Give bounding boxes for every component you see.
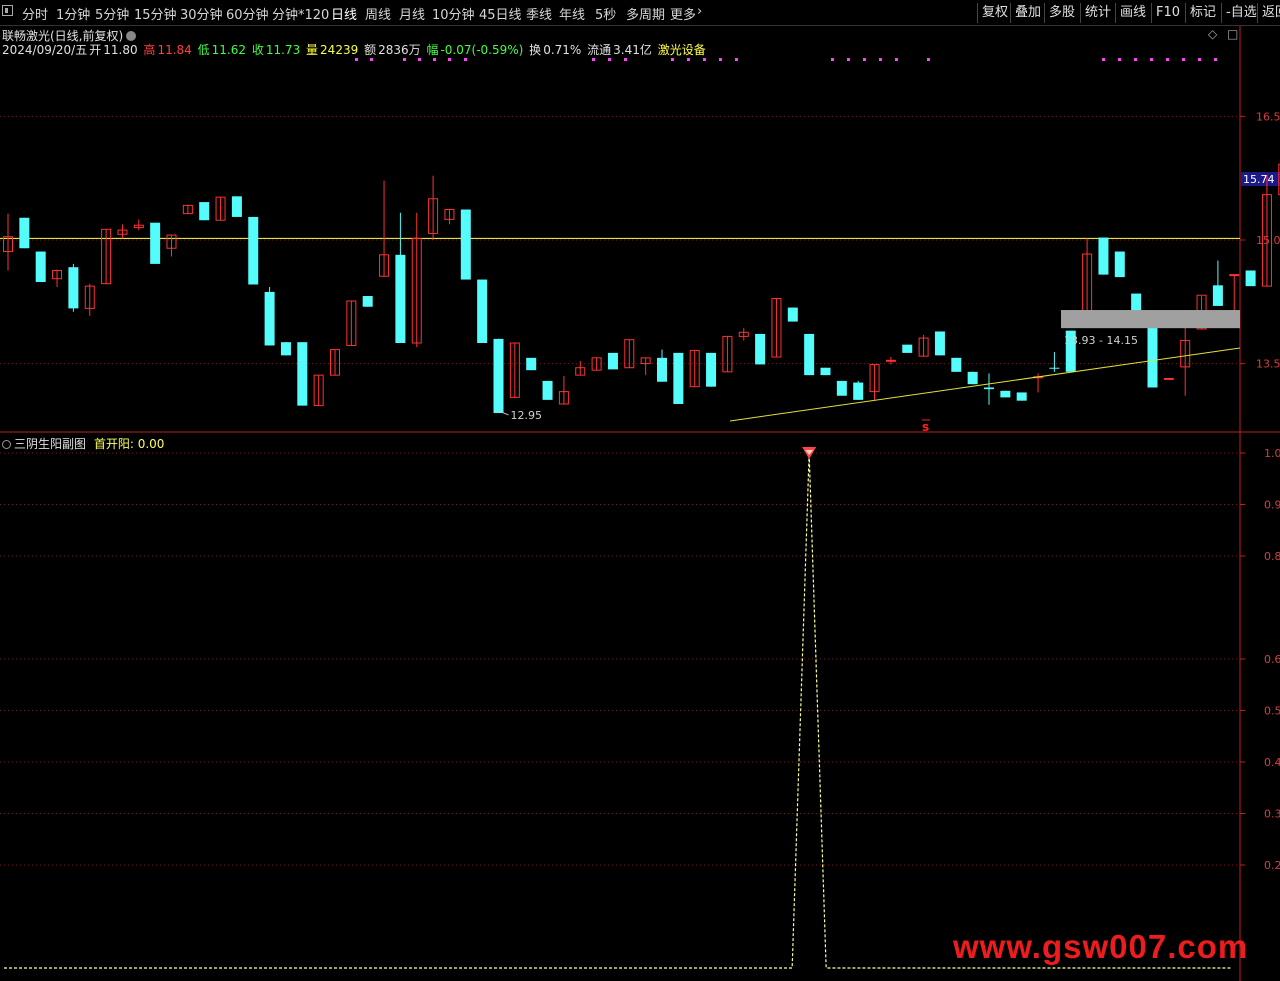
candle-body [1114,251,1125,278]
candle-body [984,387,994,390]
candle-body [542,380,553,400]
low-annotation: 12.95 [511,409,543,422]
signal-dot [927,58,930,61]
indicator-axis-label: 0.3 [1264,808,1280,821]
signal-dot [1118,58,1121,61]
candle-body [68,267,79,309]
indicator-axis-label: 0.9 [1264,499,1280,512]
signal-dot [370,58,373,61]
candle-body [1163,377,1174,380]
candle-body [1229,274,1240,277]
candle-body [804,333,815,376]
signal-dot [433,58,436,61]
price-axis-label: 16.5 [1256,110,1280,123]
indicator-axis-label: 0.5 [1264,705,1280,718]
candle-body [902,344,913,353]
signal-dot [687,58,690,61]
price-axis-label: 15.0 [1256,234,1280,247]
current-price-label: 15.74 [1243,173,1275,186]
candle-body [885,359,896,362]
candle-body [706,352,717,387]
candle-body [820,367,831,376]
signal-dot [719,58,722,61]
candle-body [35,251,46,283]
price-zone-label: 13.93 - 14.15 [1064,334,1138,347]
signal-dot [1150,58,1153,61]
candle-body [934,331,945,356]
signal-dot [608,58,611,61]
signal-dot [355,58,358,61]
signal-dot [403,58,406,61]
signal-dot [879,58,882,61]
candle-body [951,357,962,372]
candle-body [836,380,847,396]
indicator-axis-label: 0.6 [1264,653,1280,666]
signal-dot [464,58,467,61]
candle-body [362,296,373,307]
candle-body [526,357,537,371]
signal-dot [1166,58,1169,61]
price-zone-box [1061,310,1240,329]
candle-body [199,202,210,221]
candle-body [297,342,308,406]
candle-body [755,333,766,365]
candle-body [1000,390,1011,398]
signal-s-marker: s [922,420,929,434]
candle-body [264,291,275,346]
signal-dot [895,58,898,61]
candle-body [967,371,978,385]
signal-dot [1134,58,1137,61]
indicator-axis-label: 0.4 [1264,756,1280,769]
candle-body [853,382,864,400]
signal-dot [847,58,850,61]
signal-dot [831,58,834,61]
indicator-axis-label: 1.0 [1264,447,1280,460]
candle-body [657,357,667,382]
candle-body [1212,285,1223,306]
candle-body [19,217,30,249]
candle-body [280,342,291,356]
signal-dot [448,58,451,61]
candle-body [1016,392,1027,401]
candle-body [1049,367,1060,369]
candle-body [477,279,488,343]
signal-dot [1102,58,1105,61]
candle-body [1245,270,1256,287]
indicator-axis-label: 0.8 [1264,550,1280,563]
candle-body [395,254,406,343]
signal-dot [1198,58,1201,61]
chart-canvas[interactable]: 16.515.013.515.7417.2712.9513.93 - 14.15… [0,0,1280,981]
candle-body [231,196,242,217]
signal-dot [1182,58,1185,61]
candle-body [1098,237,1109,275]
signal-dot [735,58,738,61]
indicator-axis-label: 0.2 [1264,859,1280,872]
signal-dot [592,58,595,61]
watermark: www.gsw007.com [953,928,1249,965]
candle-body [493,338,504,414]
signal-dot [624,58,627,61]
signal-dot [863,58,866,61]
signal-dot [671,58,674,61]
candle-body [673,352,684,404]
price-axis-label: 13.5 [1256,358,1280,371]
signal-dot [1214,58,1217,61]
candle-body [607,352,618,370]
candle-body [787,307,798,322]
signal-dot [703,58,706,61]
candle-body [248,216,259,285]
signal-dot [418,58,421,61]
candle-body [150,222,161,264]
candle-body [460,209,471,280]
